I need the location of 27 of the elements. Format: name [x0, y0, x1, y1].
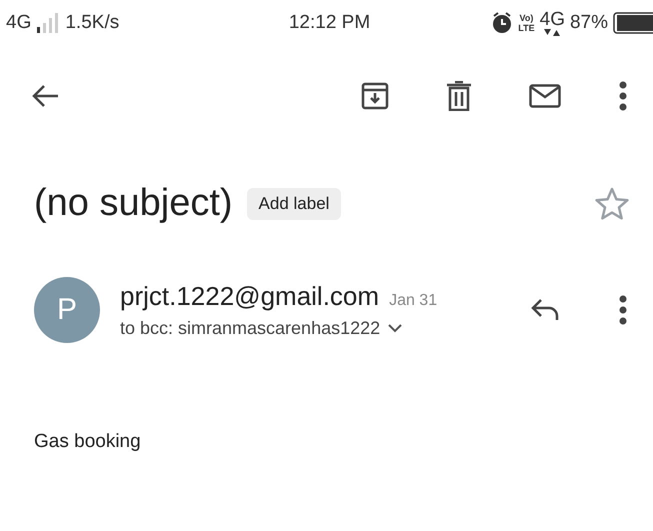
email-body: Gas booking — [33, 430, 142, 453]
recipient-text: to bcc: simranmascarenhas1222 — [120, 318, 380, 339]
reply-icon[interactable] — [531, 299, 559, 321]
star-icon[interactable] — [595, 186, 629, 220]
data-network-type: 4G — [540, 10, 565, 28]
back-icon[interactable] — [32, 85, 58, 107]
signal-icon — [37, 13, 60, 33]
network-type: 4G — [6, 12, 32, 34]
more-icon[interactable] — [619, 295, 627, 325]
volte-label: Vo) — [518, 13, 534, 23]
delete-icon[interactable] — [447, 81, 471, 111]
sender-email: prjct.1222@gmail.com — [120, 281, 380, 312]
lte-label: LTE — [518, 23, 535, 33]
mail-icon[interactable] — [529, 84, 561, 108]
battery-percent: 87% — [570, 12, 608, 34]
battery-icon — [613, 12, 653, 34]
archive-icon[interactable] — [361, 82, 389, 110]
more-icon[interactable] — [619, 81, 627, 111]
network-speed: 1.5K/s — [65, 12, 120, 34]
data-arrows-icon — [544, 28, 560, 36]
alarm-icon — [491, 12, 514, 34]
sender-avatar: P — [34, 277, 100, 343]
add-label-button[interactable]: Add label — [246, 188, 342, 220]
email-subject: (no subject) — [34, 182, 233, 225]
email-date: Jan 31 — [389, 292, 438, 310]
clock-time: 12:12 PM — [288, 12, 370, 33]
chevron-down-icon[interactable] — [388, 324, 402, 333]
